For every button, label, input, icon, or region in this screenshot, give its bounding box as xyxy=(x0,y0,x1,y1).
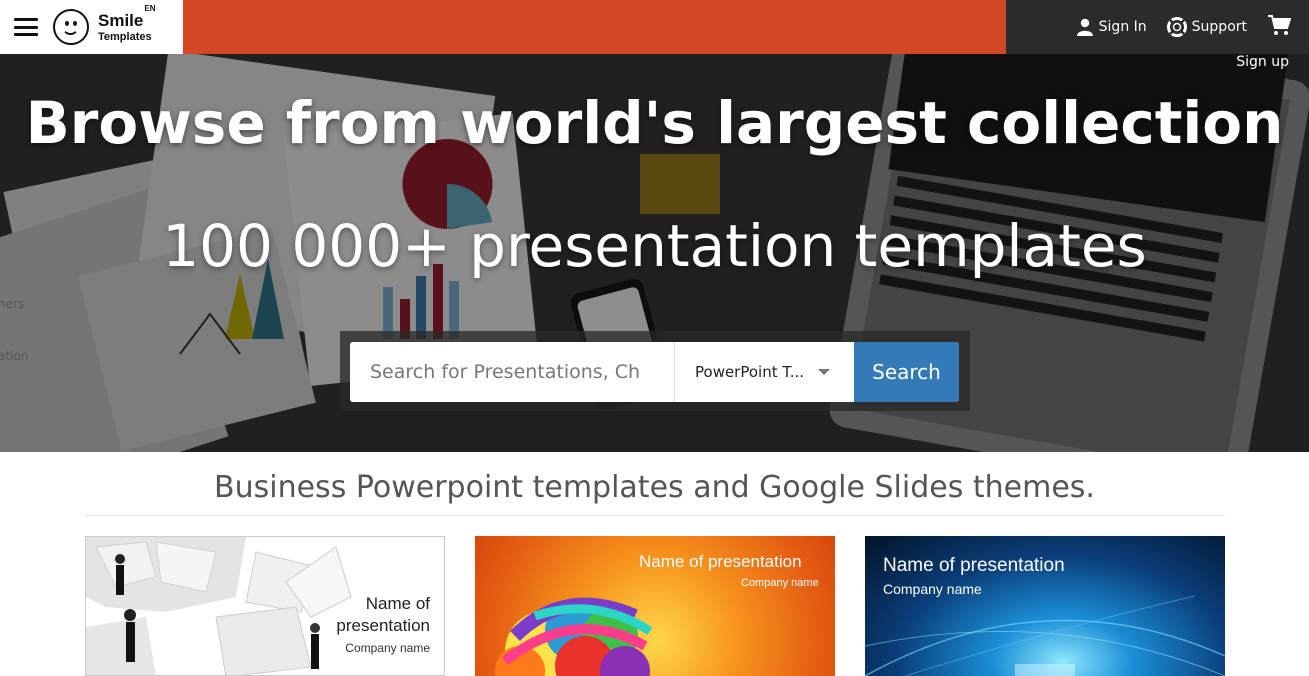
cart-icon[interactable] xyxy=(1267,14,1292,40)
logo-lang: EN xyxy=(144,3,156,13)
site-header: SmileEN Templates Sign In Support xyxy=(0,0,1309,54)
template-card[interactable]: Name of presentation Company name xyxy=(85,536,445,676)
card-company-name: Company name xyxy=(345,641,430,655)
chevron-down-icon xyxy=(818,369,830,375)
logo-brand: Smile xyxy=(98,10,144,30)
hero-subtitle: 100 000+ presentation templates xyxy=(162,212,1147,280)
card-presentation-name: Name of presentation xyxy=(883,555,1065,576)
smiley-face-icon xyxy=(53,9,89,45)
search-button[interactable]: Search xyxy=(854,342,959,402)
sign-up-link[interactable]: Sign up xyxy=(1236,54,1289,70)
template-card[interactable]: Name of presentation Company name xyxy=(475,536,835,676)
search-input[interactable] xyxy=(350,342,674,402)
card-presentation-name: Name of presentation xyxy=(639,552,802,571)
user-icon xyxy=(1076,18,1093,36)
support-label: Support xyxy=(1191,19,1247,35)
logo-area: SmileEN Templates xyxy=(0,0,183,54)
card-presentation-name: Name of presentation xyxy=(336,594,430,635)
support-link[interactable]: Support xyxy=(1166,17,1247,37)
menu-icon[interactable] xyxy=(14,18,38,36)
template-type-select[interactable]: PowerPoint T... xyxy=(674,342,854,402)
card-company-name: Company name xyxy=(883,581,982,597)
lifebuoy-icon xyxy=(1166,17,1187,37)
template-type-value: PowerPoint T... xyxy=(695,363,805,381)
hero-side-text: ation xyxy=(0,349,29,363)
site-logo[interactable]: SmileEN Templates xyxy=(53,4,155,45)
section-divider xyxy=(85,515,1225,516)
sign-in-label: Sign In xyxy=(1098,19,1147,35)
header-accent-bar xyxy=(183,0,1006,54)
sign-in-link[interactable]: Sign In xyxy=(1076,18,1147,36)
logo-text: SmileEN Templates xyxy=(98,4,155,43)
search-bar: PowerPoint T... Search xyxy=(350,342,959,402)
hero-side-text: ners xyxy=(0,297,25,311)
hero-title: Browse from world's largest collection xyxy=(25,89,1284,157)
user-nav: Sign In Support xyxy=(1006,0,1309,54)
section-title: Business Powerpoint templates and Google… xyxy=(214,470,1095,505)
template-card[interactable]: Name of presentation Company name xyxy=(865,536,1225,676)
card-company-name: Company name xyxy=(741,577,819,589)
logo-sub: Templates xyxy=(98,30,152,43)
